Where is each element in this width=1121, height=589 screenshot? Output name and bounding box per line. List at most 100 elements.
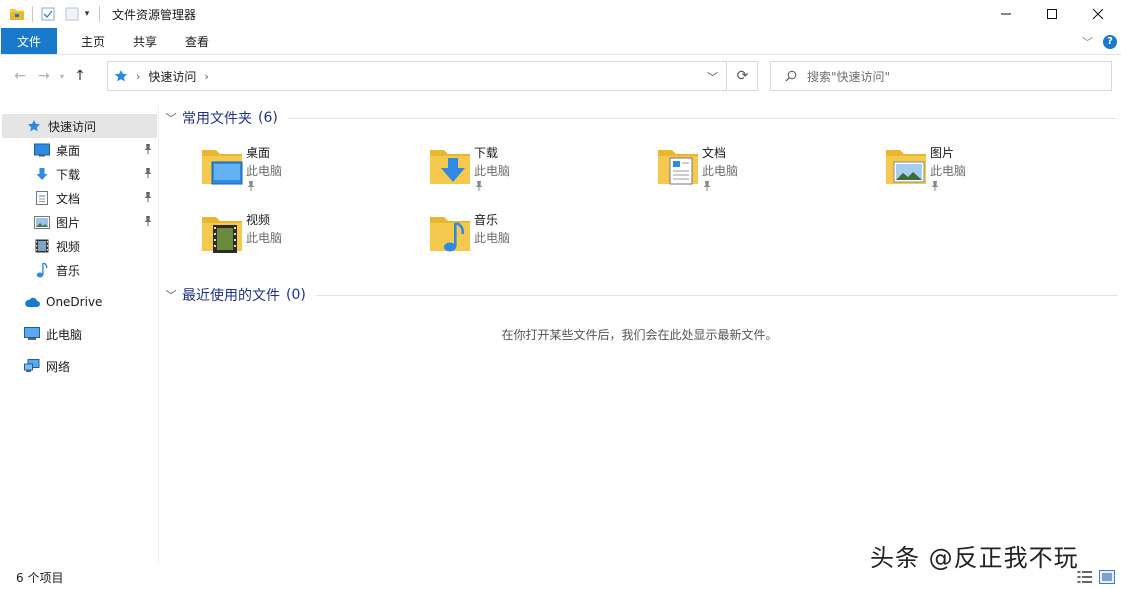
group-count: (6) <box>258 110 278 126</box>
sidebar-item-music[interactable]: 音乐 <box>2 258 157 282</box>
refresh-button[interactable]: ⟳ <box>728 61 758 91</box>
address-history-dropdown-icon[interactable]: ﹀ <box>707 69 718 85</box>
sidebar-item-pictures[interactable]: 图片 <box>2 210 157 234</box>
breadcrumb-quick-access[interactable]: 快速访问 <box>148 68 196 85</box>
folder-app-icon[interactable] <box>8 5 26 23</box>
sidebar-item-label: 文档 <box>56 191 81 206</box>
expand-ribbon-chevron-icon[interactable]: ﹀ <box>1082 34 1093 50</box>
star-icon <box>26 118 42 134</box>
watermark: 头条 @反正我不玩 <box>870 544 1079 572</box>
sidebar-item-downloads[interactable]: 下载 <box>2 162 157 186</box>
pin-icon[interactable] <box>143 167 153 182</box>
search-icon <box>785 70 797 82</box>
quick-access-star-icon <box>115 70 127 82</box>
folder-location: 此电脑 <box>930 164 967 178</box>
sidebar-item-documents[interactable]: 文档 <box>2 186 157 210</box>
forward-arrow-icon[interactable]: → <box>32 68 56 84</box>
folder-tile-documents[interactable]: 文档 此电脑 <box>656 144 876 202</box>
sidebar-item-this-pc[interactable]: 此电脑 <box>2 322 157 346</box>
customize-toolbar-dropdown-icon[interactable]: ▾ <box>81 9 93 19</box>
content-pane: ﹀ 常用文件夹 (6) 桌面 此电脑 下载 此电脑 文档 此电脑 图片 此电脑 … <box>162 100 1121 560</box>
music-icon <box>34 262 50 278</box>
sidebar-item-label: 图片 <box>56 215 81 230</box>
navigation-row: ← → ▾ ↑ › 快速访问 › ﹀ ⟳ 搜索"快速访问" <box>0 56 1121 96</box>
pin-icon[interactable] <box>246 180 256 195</box>
sidebar-item-onedrive[interactable]: OneDrive <box>2 290 157 314</box>
sidebar-item-label: 桌面 <box>56 143 81 158</box>
recent-empty-message: 在你打开某些文件后，我们会在此处显示最新文件。 <box>501 328 778 342</box>
folder-name: 下载 <box>474 146 499 160</box>
folder-tile-music[interactable]: 音乐 此电脑 <box>428 211 648 269</box>
collapse-chevron-icon[interactable]: ﹀ <box>162 287 180 303</box>
minimize-button[interactable] <box>983 0 1029 28</box>
sidebar-item-label: 下载 <box>56 167 81 182</box>
video-icon <box>34 238 50 254</box>
folder-name: 图片 <box>930 146 955 160</box>
collapse-chevron-icon[interactable]: ﹀ <box>162 110 180 126</box>
close-button[interactable] <box>1075 0 1121 28</box>
sidebar-item-label: 视频 <box>56 239 81 254</box>
pin-icon[interactable] <box>474 180 484 195</box>
new-folder-icon[interactable] <box>63 5 81 23</box>
folder-location: 此电脑 <box>246 164 283 178</box>
tab-view[interactable]: 查看 <box>171 28 223 54</box>
folder-tile-videos[interactable]: 视频 此电脑 <box>200 211 420 269</box>
pin-icon[interactable] <box>702 180 712 195</box>
help-button[interactable]: ? <box>1103 34 1117 49</box>
recent-files-header[interactable]: ﹀ 最近使用的文件 (0) <box>162 284 1117 306</box>
group-title: 常用文件夹 <box>182 111 252 127</box>
tab-home[interactable]: 主页 <box>67 28 119 54</box>
sidebar-item-desktop[interactable]: 桌面 <box>2 138 157 162</box>
sidebar-item-quick-access[interactable]: 快速访问 <box>2 114 157 138</box>
videos-folder-icon <box>202 217 242 253</box>
group-divider <box>287 117 1117 119</box>
back-arrow-icon[interactable]: ← <box>8 68 32 84</box>
sidebar-item-network[interactable]: 网络 <box>2 354 157 378</box>
folder-name: 文档 <box>702 146 727 160</box>
pin-icon[interactable] <box>143 143 153 158</box>
sidebar-item-videos[interactable]: 视频 <box>2 234 157 258</box>
search-box[interactable]: 搜索"快速访问" <box>770 61 1112 91</box>
picture-icon <box>34 214 50 230</box>
folder-location: 此电脑 <box>702 164 739 178</box>
large-icons-view-icon[interactable] <box>1099 570 1115 587</box>
folder-name: 桌面 <box>246 146 271 160</box>
ribbon-tabs: 文件 主页 共享 查看 ﹀ ? <box>0 28 1121 55</box>
search-input[interactable]: 搜索"快速访问" <box>807 68 890 85</box>
toolbar-divider <box>99 6 100 22</box>
folder-name: 视频 <box>246 213 271 227</box>
recent-locations-chevron-icon[interactable]: ▾ <box>56 72 68 81</box>
breadcrumb-separator-icon[interactable]: › <box>204 70 208 83</box>
folder-location: 此电脑 <box>246 231 283 245</box>
details-view-icon[interactable] <box>1077 570 1093 587</box>
folder-name: 音乐 <box>474 213 499 227</box>
downloads-folder-icon <box>430 150 470 184</box>
breadcrumb-separator-icon[interactable]: › <box>136 70 140 83</box>
navigation-pane: 快速访问 桌面 下载 文档 图片 视频 音乐 OneDrive 此电脑 网络 <box>0 106 159 564</box>
folder-tile-downloads[interactable]: 下载 此电脑 <box>428 144 648 202</box>
pin-icon[interactable] <box>143 215 153 230</box>
toolbar-divider <box>32 6 33 22</box>
computer-icon <box>24 326 40 342</box>
window-controls <box>983 0 1121 28</box>
frequent-folders-header[interactable]: ﹀ 常用文件夹 (6) <box>162 107 1117 129</box>
cloud-icon <box>24 294 40 310</box>
group-count: (0) <box>286 287 306 303</box>
up-arrow-icon[interactable]: ↑ <box>68 68 92 84</box>
address-bar[interactable]: › 快速访问 › ﹀ <box>107 61 727 91</box>
ribbon-right-controls: ﹀ ? <box>1082 28 1121 55</box>
group-title: 最近使用的文件 <box>182 288 280 304</box>
folder-location: 此电脑 <box>474 231 511 245</box>
tab-share[interactable]: 共享 <box>119 28 171 54</box>
tab-file[interactable]: 文件 <box>1 28 58 54</box>
desktop-icon <box>34 142 50 158</box>
sidebar-item-label: 网络 <box>46 359 71 374</box>
pin-icon[interactable] <box>143 191 153 206</box>
group-divider <box>315 294 1117 296</box>
maximize-button[interactable] <box>1029 0 1075 28</box>
folder-tile-pictures[interactable]: 图片 此电脑 <box>884 144 1104 202</box>
pin-icon[interactable] <box>930 180 940 195</box>
folder-tile-desktop[interactable]: 桌面 此电脑 <box>200 144 420 202</box>
quick-access-toolbar: ▾ <box>0 0 106 28</box>
properties-icon[interactable] <box>39 5 57 23</box>
